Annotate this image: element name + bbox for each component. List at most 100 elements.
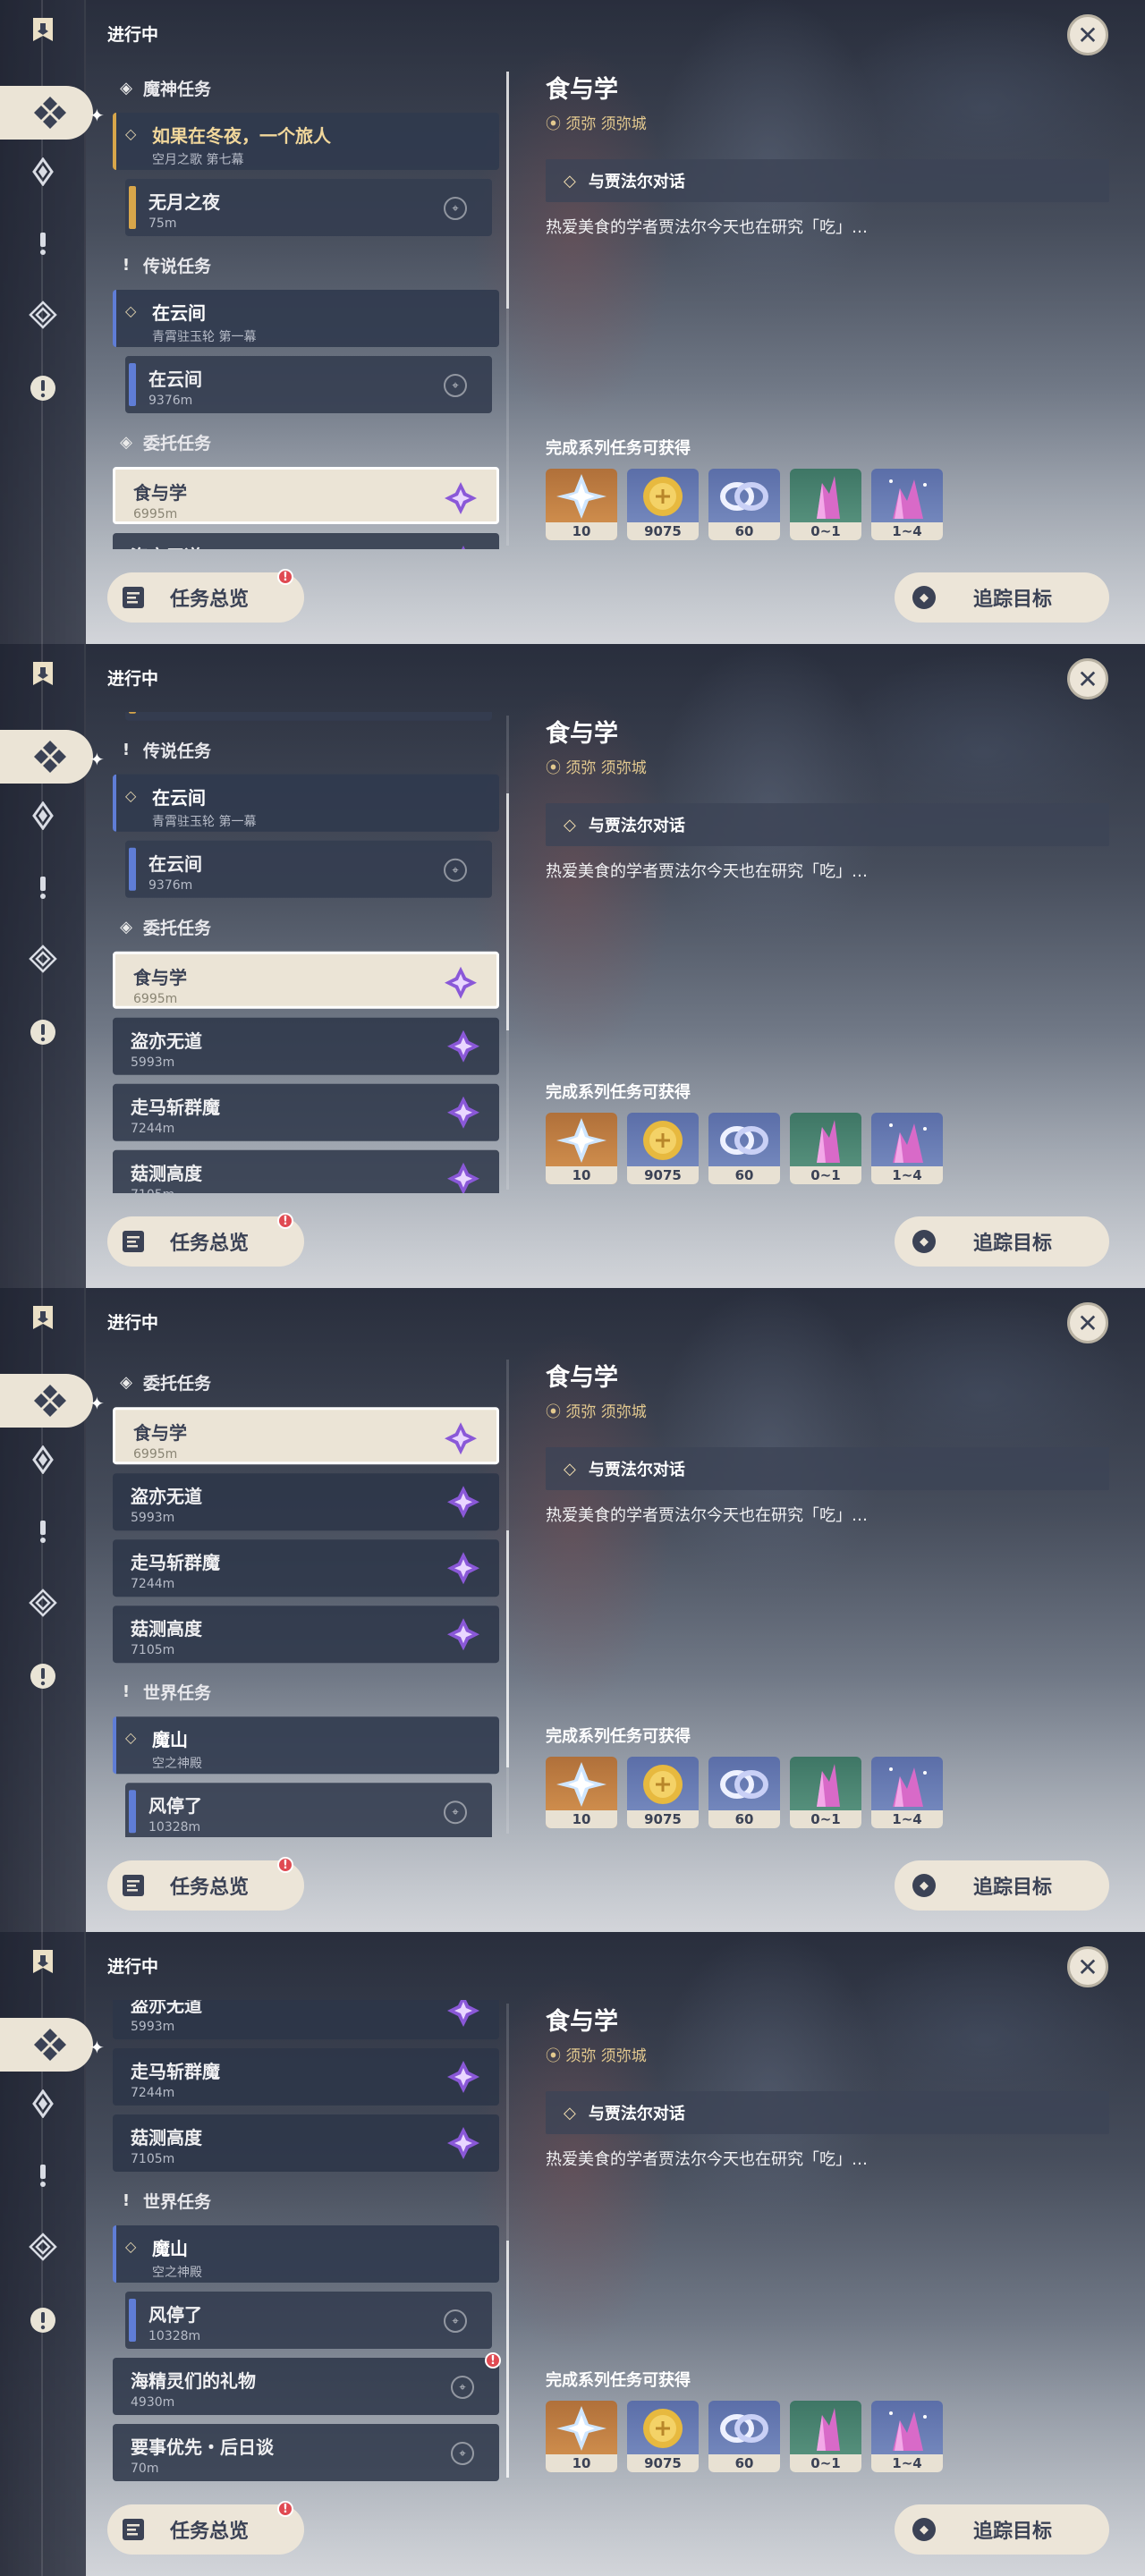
reward-item[interactable]: 9075 bbox=[627, 1113, 699, 1184]
quest-banner-icon[interactable] bbox=[29, 1304, 57, 1333]
quest-overview-button[interactable]: 任务总览 ! bbox=[107, 1857, 304, 1911]
world-quest-icon[interactable] bbox=[29, 1517, 57, 1546]
map-pin-icon[interactable]: ⌖ bbox=[444, 1801, 467, 1825]
quest-card-cloud-sub[interactable]: 在云间 9376m ⌖ bbox=[125, 356, 492, 413]
commission-quest-icon[interactable] bbox=[29, 2233, 57, 2261]
world-quest-icon[interactable] bbox=[29, 873, 57, 902]
reward-item[interactable]: 10 bbox=[546, 1757, 617, 1828]
reward-item[interactable]: 60 bbox=[708, 1757, 780, 1828]
event-quest-icon[interactable] bbox=[29, 1662, 57, 1690]
reward-item[interactable]: 1~4 bbox=[871, 1757, 943, 1828]
reward-item[interactable]: 9075 bbox=[627, 1757, 699, 1828]
reward-item[interactable]: 0~1 bbox=[790, 1757, 861, 1828]
quest-list-scrollbar[interactable] bbox=[506, 2004, 509, 2478]
track-objective-button[interactable]: ◆ 追踪目标 bbox=[895, 1860, 1109, 1911]
quest-card-cloud-sub[interactable]: 在云间 9376m ⌖ bbox=[125, 840, 492, 898]
quest-list[interactable]: ◈魔神任务 ◇ 如果在冬夜，一个旅人 空月之歌 第七幕 无月之夜 75m ⌖ !… bbox=[107, 1356, 503, 1837]
map-pin-icon[interactable]: ⌖ bbox=[451, 2376, 474, 2399]
story-quest-icon[interactable] bbox=[29, 157, 57, 186]
reward-item[interactable]: 10 bbox=[546, 1113, 617, 1184]
archon-quest-icon[interactable] bbox=[0, 2018, 93, 2072]
quest-list-scrollbar[interactable] bbox=[506, 1360, 509, 1834]
quest-card-thief[interactable]: 盗亦无道 5993m bbox=[113, 1473, 499, 1531]
quest-banner-icon[interactable] bbox=[29, 16, 57, 45]
quest-card-mushroom[interactable]: 菇测高度 7105m bbox=[113, 2114, 499, 2172]
quest-card-cloud-main[interactable]: ◇ 在云间 青霄驻玉轮 第一幕 bbox=[113, 290, 499, 347]
story-quest-icon[interactable] bbox=[29, 801, 57, 830]
world-quest-icon[interactable] bbox=[29, 229, 57, 258]
close-button[interactable]: ✕ bbox=[1067, 658, 1108, 699]
quest-card-wind[interactable]: 风停了 10328m ⌖ bbox=[125, 2292, 492, 2349]
quest-overview-button[interactable]: 任务总览 ! bbox=[107, 569, 304, 623]
map-pin-icon[interactable]: ⌖ bbox=[444, 197, 467, 220]
quest-banner-icon[interactable] bbox=[29, 1948, 57, 1977]
scrollbar-thumb[interactable] bbox=[506, 1530, 509, 1767]
quest-card-horse[interactable]: 走马斩群魔 7244m bbox=[113, 2048, 499, 2106]
quest-list-scrollbar[interactable] bbox=[506, 72, 509, 546]
quest-card-thief[interactable]: 盗亦无道 5993m bbox=[113, 533, 499, 549]
quest-list-scrollbar[interactable] bbox=[506, 716, 509, 1190]
quest-card-food-selected[interactable]: 食与学 6995m bbox=[113, 467, 499, 524]
archon-quest-icon[interactable] bbox=[0, 86, 93, 140]
quest-card-food-selected[interactable]: 食与学 6995m bbox=[113, 1407, 499, 1465]
world-quest-icon[interactable] bbox=[29, 2161, 57, 2190]
quest-card-cloud-main[interactable]: ◇ 在云间 青霄驻玉轮 第一幕 bbox=[113, 774, 499, 832]
story-quest-icon[interactable] bbox=[29, 2089, 57, 2118]
map-pin-icon[interactable]: ⌖ bbox=[444, 374, 467, 397]
archon-quest-icon[interactable] bbox=[0, 730, 93, 784]
quest-card-thief[interactable]: 盗亦无道 5993m bbox=[113, 2000, 499, 2039]
reward-item[interactable]: 9075 bbox=[627, 2401, 699, 2472]
quest-card-priority[interactable]: 要事优先・后日谈 70m ⌖ bbox=[113, 2424, 499, 2481]
commission-quest-icon[interactable] bbox=[29, 301, 57, 329]
reward-item[interactable]: 1~4 bbox=[871, 1113, 943, 1184]
quest-list[interactable]: ◈魔神任务 ◇ 如果在冬夜，一个旅人 空月之歌 第七幕 无月之夜 75m ⌖ !… bbox=[107, 2000, 503, 2481]
quest-card-sprite[interactable]: 海精灵们的礼物 4930m ⌖ ! bbox=[113, 2352, 501, 2415]
quest-card-moonless[interactable]: 无月之夜 75m ⌖ bbox=[125, 179, 492, 236]
quest-card-moonless[interactable]: 无月之夜 75m ⌖ bbox=[125, 712, 492, 721]
quest-overview-button[interactable]: 任务总览 ! bbox=[107, 2501, 304, 2555]
scrollbar-thumb[interactable] bbox=[506, 793, 509, 1031]
map-pin-icon[interactable]: ⌖ bbox=[444, 858, 467, 882]
reward-item[interactable]: 9075 bbox=[627, 469, 699, 540]
reward-item[interactable]: 0~1 bbox=[790, 1113, 861, 1184]
quest-card-mushroom[interactable]: 菇测高度 7105m bbox=[113, 1606, 499, 1664]
track-objective-button[interactable]: ◆ 追踪目标 bbox=[895, 1216, 1109, 1267]
close-button[interactable]: ✕ bbox=[1067, 1302, 1108, 1343]
reward-item[interactable]: 1~4 bbox=[871, 2401, 943, 2472]
close-button[interactable]: ✕ bbox=[1067, 1946, 1108, 1987]
event-quest-icon[interactable] bbox=[29, 1018, 57, 1046]
archon-quest-icon[interactable] bbox=[0, 1374, 93, 1428]
scrollbar-thumb[interactable] bbox=[506, 72, 509, 309]
scrollbar-thumb[interactable] bbox=[506, 2241, 509, 2478]
quest-card-winter-night[interactable]: ◇ 如果在冬夜，一个旅人 空月之歌 第七幕 bbox=[113, 113, 499, 170]
commission-quest-icon[interactable] bbox=[29, 945, 57, 973]
reward-item[interactable]: 0~1 bbox=[790, 2401, 861, 2472]
quest-card-mountain[interactable]: ◇ 魔山 空之神殿 bbox=[113, 2225, 499, 2283]
quest-card-thief[interactable]: 盗亦无道 5993m bbox=[113, 1017, 499, 1075]
quest-card-mountain[interactable]: ◇ 魔山 空之神殿 bbox=[113, 1716, 499, 1775]
event-quest-icon[interactable] bbox=[29, 2306, 57, 2334]
commission-quest-icon[interactable] bbox=[29, 1589, 57, 1617]
map-pin-icon[interactable]: ⌖ bbox=[451, 2442, 474, 2465]
close-button[interactable]: ✕ bbox=[1067, 14, 1108, 55]
quest-card-horse[interactable]: 走马斩群魔 7244m bbox=[113, 1083, 499, 1141]
quest-card-food-selected[interactable]: 食与学 6995m bbox=[113, 951, 499, 1009]
reward-item[interactable]: 60 bbox=[708, 2401, 780, 2472]
track-objective-button[interactable]: ◆ 追踪目标 bbox=[895, 2504, 1109, 2555]
reward-item[interactable]: 60 bbox=[708, 469, 780, 540]
quest-card-horse[interactable]: 走马斩群魔 7244m bbox=[113, 1539, 499, 1597]
quest-list[interactable]: ◈魔神任务 ◇ 如果在冬夜，一个旅人 空月之歌 第七幕 无月之夜 75m ⌖ !… bbox=[107, 68, 503, 549]
quest-card-mushroom[interactable]: 菇测高度 7105m bbox=[113, 1149, 499, 1193]
reward-item[interactable]: 60 bbox=[708, 1113, 780, 1184]
quest-overview-button[interactable]: 任务总览 ! bbox=[107, 1213, 304, 1267]
reward-item[interactable]: 1~4 bbox=[871, 469, 943, 540]
story-quest-icon[interactable] bbox=[29, 1445, 57, 1474]
reward-item[interactable]: 0~1 bbox=[790, 469, 861, 540]
quest-list[interactable]: ◈魔神任务 ◇ 如果在冬夜，一个旅人 空月之歌 第七幕 无月之夜 75m ⌖ !… bbox=[107, 712, 503, 1193]
reward-item[interactable]: 10 bbox=[546, 469, 617, 540]
quest-banner-icon[interactable] bbox=[29, 660, 57, 689]
track-objective-button[interactable]: ◆ 追踪目标 bbox=[895, 572, 1109, 623]
quest-card-wind[interactable]: 风停了 10328m ⌖ bbox=[125, 1783, 492, 1837]
event-quest-icon[interactable] bbox=[29, 374, 57, 402]
reward-item[interactable]: 10 bbox=[546, 2401, 617, 2472]
